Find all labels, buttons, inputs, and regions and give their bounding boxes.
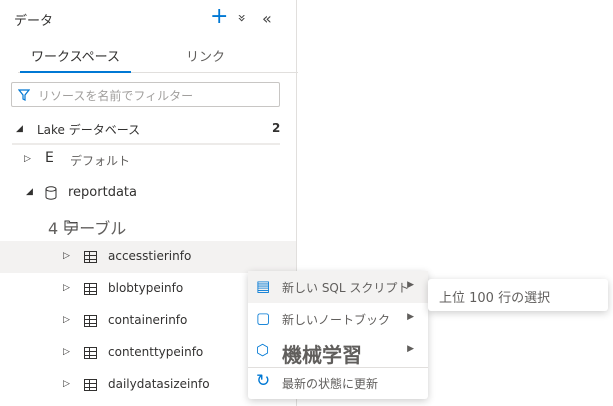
menu-item-new-sql-script[interactable]: ▤ 新しい SQL スクリプト ▶ [248,271,428,303]
filter-input[interactable]: リソースを名前でフィルター [11,82,280,107]
tree-item-label: デフォルト [70,154,131,168]
submenu-arrow-icon: ▶ [407,280,414,290]
menu-item-label: 機械学習 [282,343,362,367]
menu-item-machine-learning[interactable]: ⬡ 機械学習 ▶ [248,335,428,367]
section-count: 2 [272,121,281,135]
filter-icon [18,89,30,101]
tree-item-label: reportdata [68,185,137,200]
expand-icon: ▷ [63,315,70,325]
notebook-icon: ▢ [256,309,271,327]
table-name: blobtypeinfo [108,281,184,295]
refresh-icon: ↻ [256,371,271,391]
collapse-icon: ◢ [26,187,33,197]
expand-icon: ▷ [63,283,70,293]
table-name: contenttypeinfo [108,345,204,359]
panel-title: データ [14,14,54,29]
menu-item-label: 最新の状態に更新 [282,377,379,391]
table-row[interactable]: ▷ accesstierinfo [0,241,296,273]
menu-item-refresh[interactable]: ↻ 最新の状態に更新 [248,367,428,399]
tree-item-default[interactable]: ▷ E デフォルト [0,144,296,176]
add-icon[interactable]: + [210,4,228,29]
menu-item-label: 新しい SQL スクリプト [282,281,410,295]
submenu-arrow-icon: ▶ [407,344,414,354]
context-menu: ▤ 新しい SQL スクリプト ▶ ▢ 新しいノートブック ▶ ⬡ 機械学習 ▶… [248,271,428,399]
table-icon [84,347,97,359]
table-icon [84,251,97,263]
tab-workspace[interactable]: ワークスペース [20,46,131,65]
expand-icon: ▷ [24,154,31,164]
filter-placeholder: リソースを名前でフィルター [38,89,194,103]
active-tab-indicator [20,71,131,73]
tab-linked[interactable]: リンク [150,46,261,65]
menu-item-select-top-100[interactable]: 上位 100 行の選択 [439,287,550,306]
table-name: accesstierinfo [108,249,192,263]
section-label: Lake データベース [37,123,141,137]
menu-item-label: 新しいノートブック [282,313,391,327]
collapse-icon: ◢ [16,124,23,134]
expand-icon: ▷ [63,347,70,357]
table-icon [84,379,97,391]
database-icon: E [45,150,54,166]
tree-item-reportdata[interactable]: ◢ reportdata [0,177,296,209]
table-icon [84,283,97,295]
tree-item-tables[interactable]: 4 テーブル [0,210,296,242]
sql-script-icon: ▤ [256,277,271,295]
machine-learning-icon: ⬡ [256,341,270,359]
expand-icon: ▷ [63,379,70,389]
table-name: dailydatasizeinfo [108,377,210,391]
table-name: containerinfo [108,313,188,327]
table-icon [84,315,97,327]
expand-icon: ▷ [63,251,70,261]
submenu: 上位 100 行の選択 [428,279,608,311]
submenu-arrow-icon: ▶ [407,312,414,322]
expand-all-icon[interactable]: » [233,14,249,23]
menu-item-new-notebook[interactable]: ▢ 新しいノートブック ▶ [248,303,428,335]
database-icon [45,186,57,200]
tree-item-label: 4 テーブル [48,219,127,238]
lake-database-section[interactable]: ◢ Lake データベース 2 [0,113,296,145]
collapse-panel-icon[interactable]: « [262,9,272,28]
